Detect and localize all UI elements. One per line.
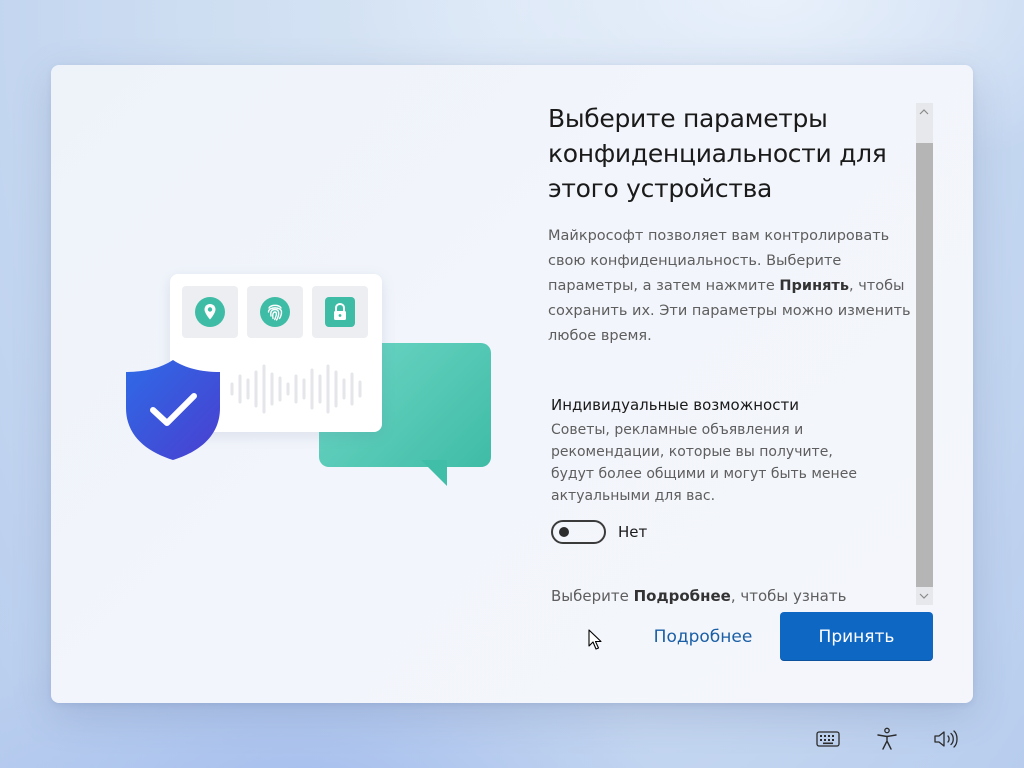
scroll-down-icon[interactable] [914,587,933,605]
lock-icon [312,286,368,338]
setting-title: Индивидуальные возможности [551,396,799,414]
hint-text-part: Выберите [551,587,634,605]
content-scrollbar[interactable] [914,103,933,605]
accept-button[interactable]: Принять [780,612,933,661]
hint-text-part: , чтобы узнать [730,587,847,605]
learn-more-button[interactable]: Подробнее [633,613,773,661]
shield-check-icon [126,360,220,460]
scrollbar-thumb[interactable] [916,143,933,587]
volume-icon[interactable] [932,726,960,752]
intro-text-bold: Принять [779,278,849,294]
oobe-dialog: Выберите параметры конфиденциальности дл… [51,65,973,703]
tailored-experiences-toggle[interactable] [551,520,606,544]
hint-text-bold: Подробнее [633,587,731,605]
privacy-illustration [121,270,491,500]
keyboard-icon[interactable] [814,726,842,752]
mouse-cursor-icon [588,629,602,650]
toggle-state-label: Нет [618,523,648,541]
toggle-knob [559,527,569,537]
setting-description: Советы, рекламные объявления и рекоменда… [551,422,857,504]
accessibility-icon[interactable] [873,726,901,752]
scroll-up-icon[interactable] [914,103,933,121]
chat-bubble-tail [421,460,447,486]
page-title: Выберите параметры конфиденциальности дл… [548,104,887,203]
fingerprint-icon [247,286,303,338]
privacy-content: Выберите параметры конфиденциальности дл… [548,101,914,611]
intro-text: Майкрософт позволяет вам контролировать … [548,224,914,349]
learn-more-hint: Выберите Подробнее, чтобы узнать [551,585,891,607]
location-pin-icon [182,286,238,338]
voice-waveform [230,364,362,414]
setting-toggle-row: Нет [551,519,914,545]
